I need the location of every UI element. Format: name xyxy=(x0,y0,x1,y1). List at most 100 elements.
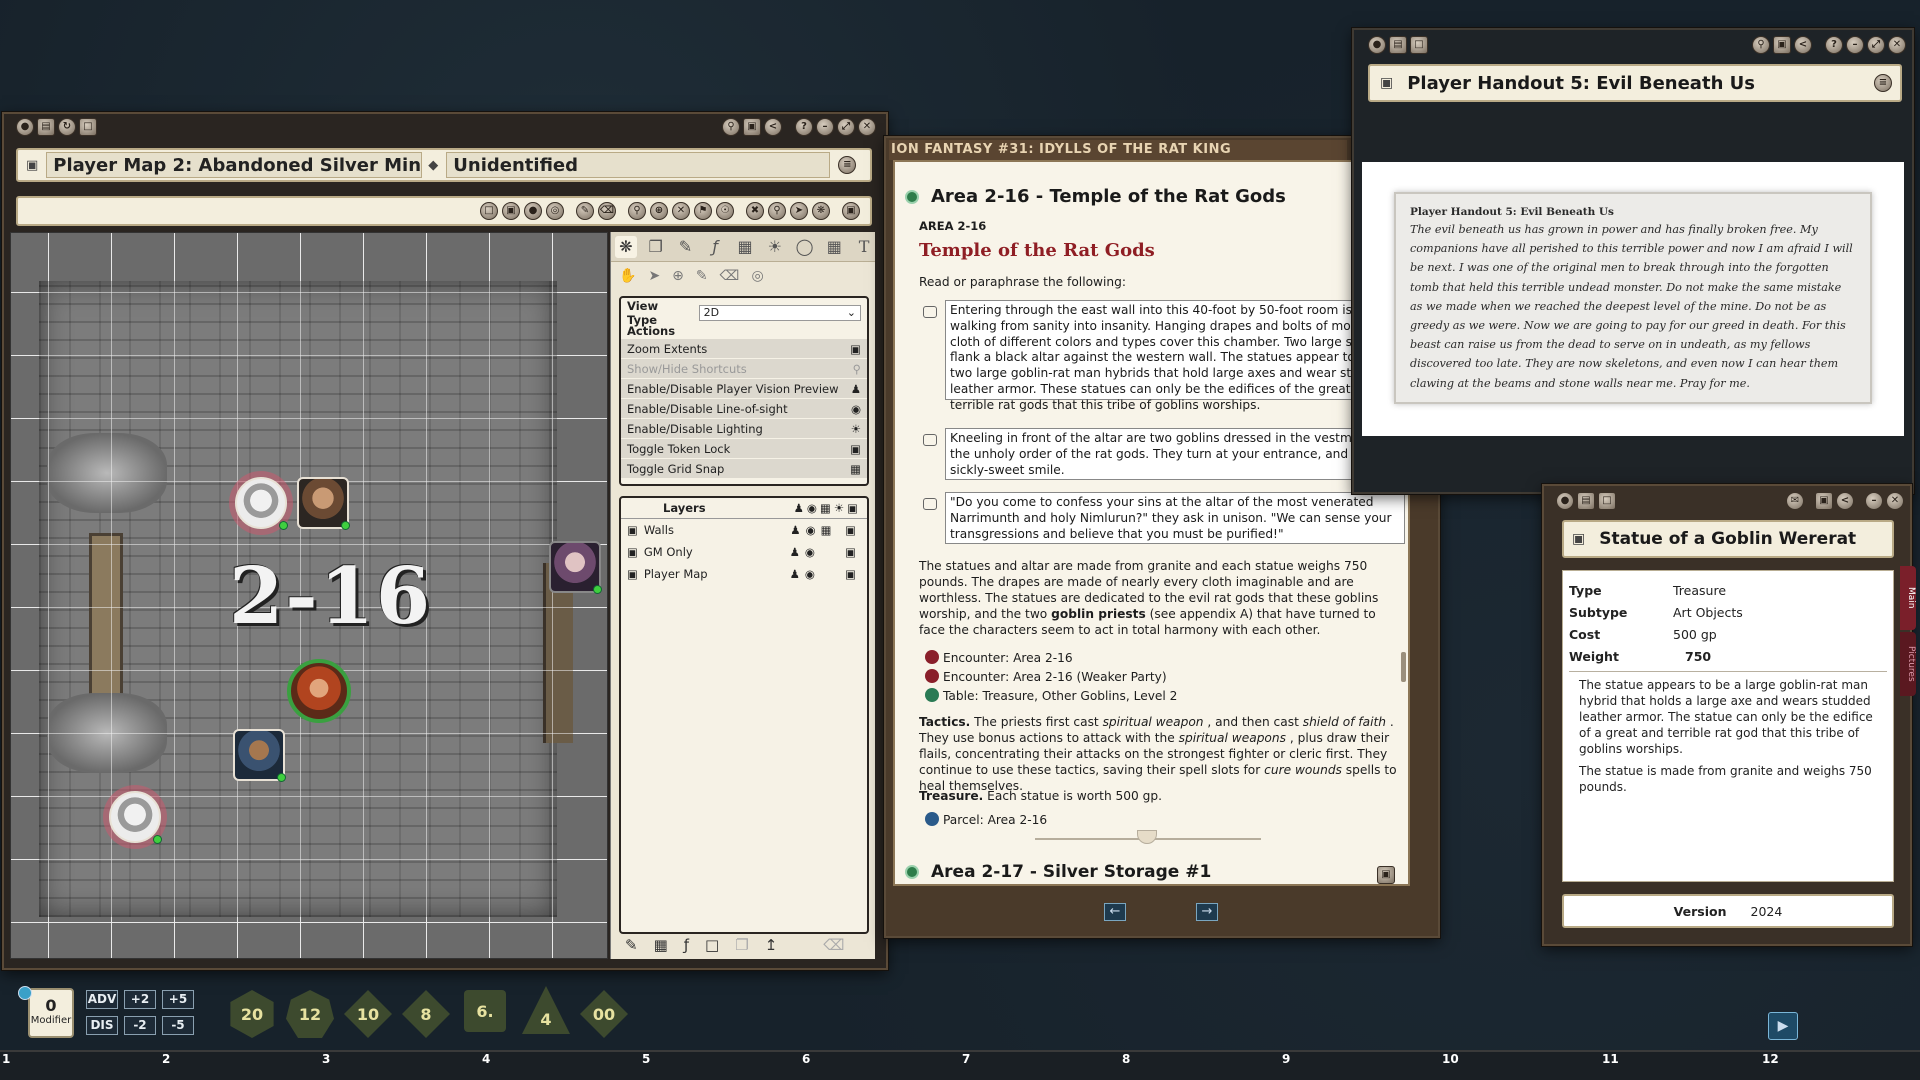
token-red-hair-hero[interactable] xyxy=(287,659,351,723)
options-icon[interactable]: ≡ xyxy=(1874,74,1892,92)
eraser-icon[interactable]: ⌫ xyxy=(720,268,740,284)
d8-icon[interactable]: 8 xyxy=(402,990,450,1038)
d100-icon[interactable]: 00 xyxy=(580,990,628,1038)
action-grid-snap[interactable]: Toggle Grid Snap ▦ xyxy=(621,459,867,479)
options-icon[interactable]: ≡ xyxy=(838,156,857,174)
layer-toggles[interactable]: ♟◉ ▣ xyxy=(790,545,861,559)
token-dwarf[interactable] xyxy=(297,477,350,530)
toolbar-eraser-icon[interactable]: ⌫ xyxy=(598,202,616,220)
toolbar-camera-icon[interactable]: ▣ xyxy=(502,202,520,220)
token-bearded-hero[interactable] xyxy=(233,729,286,782)
toolbar-pin-icon[interactable]: ⚲ xyxy=(768,202,786,220)
lock-icon[interactable]: ▣ xyxy=(1815,492,1833,510)
story-link-3[interactable]: Table: Treasure, Other Goblins, Level 2 xyxy=(925,688,1177,704)
link-icon[interactable]: ● xyxy=(1556,492,1574,510)
close-icon[interactable]: ✕ xyxy=(1888,36,1906,54)
link-icon[interactable]: ● xyxy=(1368,36,1386,54)
layer-fx-icon[interactable]: ƒ xyxy=(684,936,689,954)
close-icon[interactable]: ✕ xyxy=(858,118,876,136)
lock-icon[interactable]: ▣ xyxy=(1773,36,1791,54)
layer-toggles[interactable]: ♟◉ ▣ xyxy=(790,567,861,581)
resize-icon[interactable]: ⤢ xyxy=(1867,36,1885,54)
plus2-button[interactable]: +2 xyxy=(124,990,156,1009)
toolbar-frame-icon[interactable]: □ xyxy=(480,202,498,220)
d20-icon[interactable]: 20 xyxy=(230,990,274,1038)
trash-icon[interactable]: ⌫ xyxy=(823,936,844,954)
token-skeleton-2[interactable] xyxy=(109,791,162,844)
export-icon[interactable]: ↥ xyxy=(765,936,778,954)
story-parcel-link[interactable]: Parcel: Area 2-16 xyxy=(925,812,1047,828)
toolbar-x-icon[interactable]: ✖ xyxy=(746,202,764,220)
brush-tab-icon[interactable]: ✎ xyxy=(675,236,697,258)
minus2-button[interactable]: -2 xyxy=(124,1016,156,1035)
search-icon[interactable]: ⚲ xyxy=(722,118,740,136)
layers-tab-icon[interactable]: ❐ xyxy=(645,236,667,258)
action-zoom-extents[interactable]: Zoom Extents ▣ xyxy=(621,339,867,359)
action-token-lock[interactable]: Toggle Token Lock ▣ xyxy=(621,439,867,459)
map-canvas[interactable]: 2-16 xyxy=(10,232,608,959)
book-icon[interactable]: ▤ xyxy=(1389,36,1407,54)
toolbar-wheel-icon[interactable]: ❋ xyxy=(812,202,830,220)
link-icon[interactable]: ● xyxy=(16,118,34,136)
share-icon[interactable]: < xyxy=(1836,492,1854,510)
token-goblin-priest[interactable] xyxy=(549,541,602,594)
story-nav-prev[interactable]: ← xyxy=(1104,903,1126,921)
share-icon[interactable]: < xyxy=(764,118,782,136)
hand-icon[interactable]: ✋ xyxy=(619,268,636,284)
minus5-button[interactable]: -5 xyxy=(162,1016,194,1035)
action-show-hide-shortcuts[interactable]: Show/Hide Shortcuts ⚲ xyxy=(621,359,867,379)
modifier-gear-icon[interactable] xyxy=(18,986,32,1000)
crosshair-icon[interactable]: ⊕ xyxy=(672,268,684,284)
adv-button[interactable]: ADV xyxy=(86,990,118,1009)
minimize-icon[interactable]: – xyxy=(816,118,834,136)
identify-icon[interactable]: ◆ xyxy=(428,158,438,173)
d10-icon[interactable]: 10 xyxy=(344,990,392,1038)
add-layer-icon[interactable]: ✎ xyxy=(625,936,638,954)
toolbar-lock-icon[interactable]: ▣ xyxy=(842,202,860,220)
minimize-icon[interactable]: – xyxy=(1865,492,1883,510)
duplicate-icon[interactable]: ❐ xyxy=(735,936,748,954)
zoom-icon[interactable]: ⚲ xyxy=(1752,36,1770,54)
token-skeleton-1[interactable] xyxy=(235,477,288,530)
refresh-icon[interactable]: ↻ xyxy=(58,118,76,136)
d4-icon[interactable]: 4 xyxy=(522,986,570,1034)
walls-tab-icon[interactable]: ▦ xyxy=(734,236,756,258)
toolbar-globe-icon[interactable]: ☉ xyxy=(716,202,734,220)
text-tab-icon[interactable]: T xyxy=(853,236,875,258)
view-type-select[interactable]: 2D ⌄ xyxy=(698,304,861,321)
close-icon[interactable]: ✕ xyxy=(1886,492,1904,510)
modifier-box[interactable]: 0 Modifier xyxy=(28,988,74,1038)
chat-icon[interactable]: ✉ xyxy=(1786,492,1804,510)
book-icon[interactable]: ▤ xyxy=(1577,492,1595,510)
copy-icon[interactable]: □ xyxy=(79,118,97,136)
story-record-icon[interactable] xyxy=(905,189,919,204)
dis-button[interactable]: DIS xyxy=(86,1016,118,1035)
grid-tab-icon[interactable]: ▦ xyxy=(823,236,845,258)
map-title[interactable]: Player Map 2: Abandoned Silver Mine - Le xyxy=(46,152,423,178)
item-tab-main[interactable]: Main xyxy=(1900,566,1916,630)
story-scrollbar[interactable] xyxy=(1401,652,1406,682)
toolbar-zoom-icon[interactable]: ⚲ xyxy=(628,202,646,220)
action-line-of-sight[interactable]: Enable/Disable Line-of-sight ◉ xyxy=(621,399,867,419)
toolbar-target-icon[interactable]: ◎ xyxy=(546,202,564,220)
layer-toggles[interactable]: ♟◉▦ ▣ xyxy=(790,523,861,537)
toolbar-close-icon[interactable]: ✕ xyxy=(672,202,690,220)
copy-icon[interactable]: □ xyxy=(1598,492,1616,510)
story-link-1[interactable]: Encounter: Area 2-16 xyxy=(925,650,1073,666)
d12-icon[interactable]: 12 xyxy=(286,990,334,1038)
help-icon[interactable]: ? xyxy=(795,118,813,136)
item-tab-pictures[interactable]: Pictures xyxy=(1900,632,1916,696)
mask-tab-icon[interactable]: ◯ xyxy=(794,236,816,258)
action-lighting[interactable]: Enable/Disable Lighting ☀ xyxy=(621,419,867,439)
layer-walls[interactable]: ▣ Walls ♟◉▦ ▣ xyxy=(621,519,867,541)
goblin-priests-link[interactable]: goblin priests xyxy=(1051,607,1146,621)
settings-tab-icon[interactable]: ❋ xyxy=(615,235,637,258)
circle-icon[interactable]: ◎ xyxy=(751,268,763,284)
story-link-2[interactable]: Encounter: Area 2-16 (Weaker Party) xyxy=(925,669,1167,685)
lock-icon[interactable]: ▣ xyxy=(743,118,761,136)
pencil-icon[interactable]: ✎ xyxy=(696,268,708,284)
copy-icon[interactable]: □ xyxy=(1410,36,1428,54)
plus5-button[interactable]: +5 xyxy=(162,990,194,1009)
action-player-vision[interactable]: Enable/Disable Player Vision Preview ♟ xyxy=(621,379,867,399)
resize-icon[interactable]: ⤢ xyxy=(837,118,855,136)
